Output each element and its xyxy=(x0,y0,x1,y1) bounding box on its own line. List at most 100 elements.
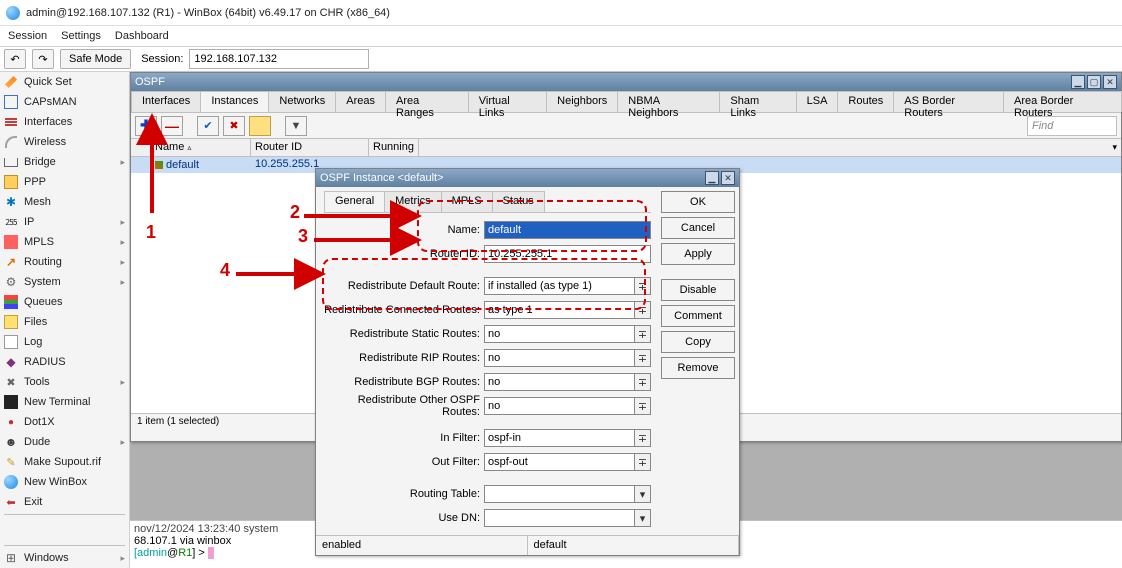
outfilter-select[interactable]: ospf-out∓ xyxy=(484,453,651,471)
sidebar-item-mesh[interactable]: Mesh xyxy=(0,192,129,212)
minimize-button[interactable]: ▁ xyxy=(1071,75,1085,89)
name-input[interactable]: default xyxy=(484,221,651,239)
tab-virtual-links[interactable]: Virtual Links xyxy=(468,91,547,112)
dialog-close-button[interactable]: ✕ xyxy=(721,171,735,185)
newwb-icon xyxy=(4,475,18,489)
find-input[interactable]: Find xyxy=(1027,116,1117,136)
cancel-button[interactable]: Cancel xyxy=(661,217,735,239)
sidebar-item-tools[interactable]: Tools▸ xyxy=(0,372,129,392)
dialog-minimize-button[interactable]: ▁ xyxy=(705,171,719,185)
sidebar: Quick Set CAPsMAN Interfaces WirelessBridge… xyxy=(0,72,130,568)
exit-icon xyxy=(4,495,18,509)
sidebar-item-wireless[interactable]: Wireless xyxy=(0,132,129,152)
sidebar-item-windows[interactable]: Windows ▸ xyxy=(0,548,129,568)
menu-session[interactable]: Session xyxy=(8,30,47,42)
col-running[interactable]: Running xyxy=(369,139,419,156)
menu-dashboard[interactable]: Dashboard xyxy=(115,30,169,42)
ospf-window-title[interactable]: OSPF ▁ ▢ ✕ xyxy=(131,73,1121,91)
tab-as-border-routers[interactable]: AS Border Routers xyxy=(893,91,1004,112)
sidebar-item-make-supout-rif[interactable]: Make Supout.rif xyxy=(0,452,129,472)
dialog-tab-metrics[interactable]: Metrics xyxy=(384,191,441,212)
sidebar-item-ip[interactable]: 255IP▸ xyxy=(0,212,129,232)
sidebar-item-new-winbox[interactable]: New WinBox xyxy=(0,472,129,492)
dialog-titlebar[interactable]: OSPF Instance <default> ▁ ✕ xyxy=(316,169,739,187)
routerid-input[interactable]: 10.255.255.1 xyxy=(484,245,651,263)
ok-button[interactable]: OK xyxy=(661,191,735,213)
tab-instances[interactable]: Instances xyxy=(200,91,269,112)
tab-interfaces[interactable]: Interfaces xyxy=(131,91,201,112)
sidebar-item-capsman[interactable]: CAPsMAN xyxy=(0,92,129,112)
dialog-tab-mpls[interactable]: MPLS xyxy=(441,191,493,212)
col-menu-button[interactable]: ▾ xyxy=(1112,142,1117,153)
add-button[interactable]: ✚ xyxy=(135,116,157,136)
copy-button[interactable]: Copy xyxy=(661,331,735,353)
dialog-tab-status[interactable]: Status xyxy=(492,191,545,212)
tab-sham-links[interactable]: Sham Links xyxy=(719,91,796,112)
remove-button[interactable]: — xyxy=(161,116,183,136)
sidebar-item-label: Dude xyxy=(24,436,50,448)
remove-button[interactable]: Remove xyxy=(661,357,735,379)
chevron-icon: ▸ xyxy=(120,377,125,388)
redist-rip-select[interactable]: no∓ xyxy=(484,349,651,367)
tab-routes[interactable]: Routes xyxy=(837,91,894,112)
rtable-select[interactable]: ▾ xyxy=(484,485,651,503)
sidebar-item-dot1x[interactable]: Dot1X xyxy=(0,412,129,432)
sidebar-item-queues[interactable]: Queues xyxy=(0,292,129,312)
comment-button[interactable] xyxy=(249,116,271,136)
sidebar-item-ppp[interactable]: PPP xyxy=(0,172,129,192)
tab-areas[interactable]: Areas xyxy=(335,91,386,112)
sidebar-item-interfaces[interactable]: Interfaces xyxy=(0,112,129,132)
sidebar-item-files[interactable]: Files xyxy=(0,312,129,332)
redist-conn-select[interactable]: as type 1∓ xyxy=(484,301,651,319)
redist-other-select[interactable]: no∓ xyxy=(484,397,651,415)
close-button[interactable]: ✕ xyxy=(1103,75,1117,89)
maximize-button[interactable]: ▢ xyxy=(1087,75,1101,89)
gear-icon xyxy=(4,275,18,289)
sidebar-item-mpls[interactable]: MPLS▸ xyxy=(0,232,129,252)
sidebar-item-routing[interactable]: Routing▸ xyxy=(0,252,129,272)
col-name[interactable]: Name xyxy=(155,141,184,153)
tab-lsa[interactable]: LSA xyxy=(796,91,839,112)
sidebar-item-radius[interactable]: RADIUS xyxy=(0,352,129,372)
disable-button[interactable]: ✖ xyxy=(223,116,245,136)
filter-button[interactable]: ▼ xyxy=(285,116,307,136)
safe-mode-button[interactable]: Safe Mode xyxy=(60,49,131,69)
disable-button[interactable]: Disable xyxy=(661,279,735,301)
sidebar-item-bridge[interactable]: Bridge▸ xyxy=(0,152,129,172)
row-routing-table: Routing Table: ▾ xyxy=(324,483,651,505)
sidebar-item-label: CAPsMAN xyxy=(24,96,77,108)
session-input[interactable] xyxy=(189,49,369,69)
redist-other-label: Redistribute Other OSPF Routes: xyxy=(324,394,484,418)
tab-area-border-routers[interactable]: Area Border Routers xyxy=(1003,91,1122,112)
redist-bgp-label: Redistribute BGP Routes: xyxy=(324,376,484,388)
dialog-tab-general[interactable]: General xyxy=(324,191,385,212)
redist-bgp-select[interactable]: no∓ xyxy=(484,373,651,391)
redist-default-select[interactable]: if installed (as type 1)∓ xyxy=(484,277,651,295)
row-routerid: Router ID: 10.255.255.1 xyxy=(324,243,651,265)
session-label: Session: xyxy=(141,53,183,65)
tools-icon xyxy=(4,375,18,389)
redo-button[interactable]: ↷ xyxy=(32,49,54,69)
col-routerid[interactable]: Router ID xyxy=(251,139,369,156)
tab-nbma-neighbors[interactable]: NBMA Neighbors xyxy=(617,91,720,112)
apply-button[interactable]: Apply xyxy=(661,243,735,265)
undo-button[interactable]: ↶ xyxy=(4,49,26,69)
tab-area-ranges[interactable]: Area Ranges xyxy=(385,91,469,112)
sidebar-item-log[interactable]: Log xyxy=(0,332,129,352)
tab-networks[interactable]: Networks xyxy=(268,91,336,112)
menu-settings[interactable]: Settings xyxy=(61,30,101,42)
grid-header: Name ▵ Router ID Running ▾ xyxy=(131,139,1121,157)
sidebar-item-new-terminal[interactable]: New Terminal xyxy=(0,392,129,412)
comment-button[interactable]: Comment xyxy=(661,305,735,327)
sidebar-item-dude[interactable]: Dude▸ xyxy=(0,432,129,452)
sidebar-item-system[interactable]: System▸ xyxy=(0,272,129,292)
usedn-input[interactable]: ▾ xyxy=(484,509,651,527)
sidebar-item-exit[interactable]: Exit xyxy=(0,492,129,512)
infilter-select[interactable]: ospf-in∓ xyxy=(484,429,651,447)
tab-neighbors[interactable]: Neighbors xyxy=(546,91,618,112)
enable-button[interactable]: ✔ xyxy=(197,116,219,136)
redist-static-select[interactable]: no∓ xyxy=(484,325,651,343)
sidebar-item-quick-set[interactable]: Quick Set xyxy=(0,72,129,92)
sidebar-item-label: Interfaces xyxy=(24,116,72,128)
term-icon xyxy=(4,395,18,409)
